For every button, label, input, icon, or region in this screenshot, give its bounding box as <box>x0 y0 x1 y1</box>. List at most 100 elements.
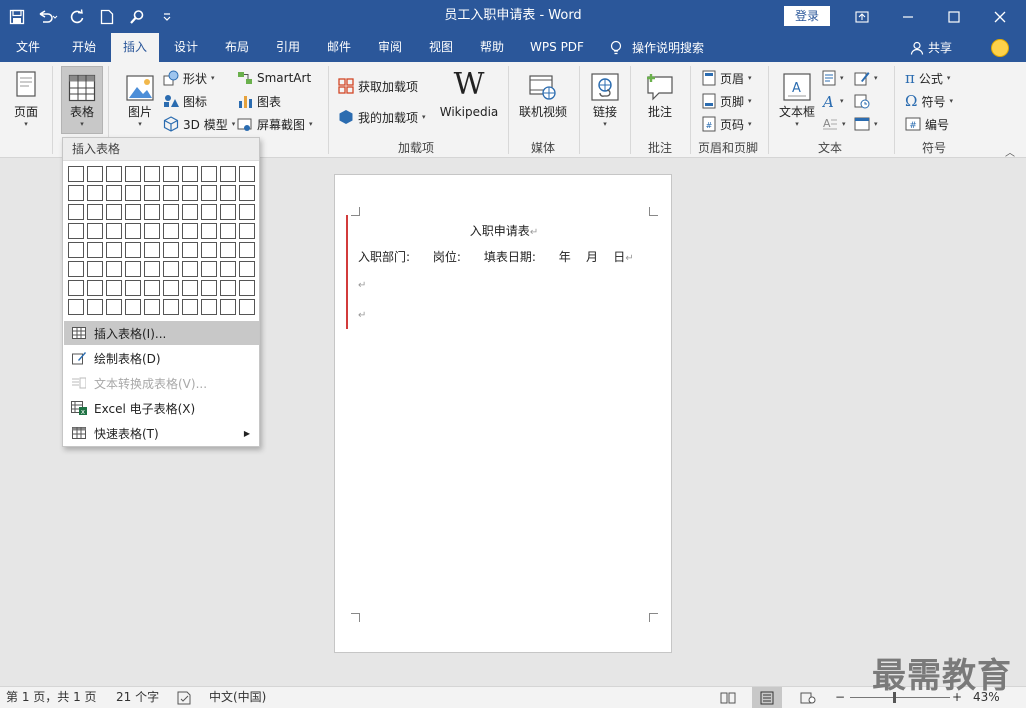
table-grid-cell[interactable] <box>239 280 255 296</box>
table-grid-cell[interactable] <box>125 223 141 239</box>
table-grid-cell[interactable] <box>68 204 84 220</box>
tab-references[interactable]: 引用 <box>264 33 312 62</box>
table-grid-cell[interactable] <box>220 185 236 201</box>
tell-me-search[interactable]: 操作说明搜索 <box>610 33 704 62</box>
table-grid-cell[interactable] <box>68 280 84 296</box>
share-button[interactable]: 共享 <box>910 33 952 62</box>
table-grid-cell[interactable] <box>144 299 160 315</box>
table-grid-cell[interactable] <box>87 166 103 182</box>
table-grid-cell[interactable] <box>239 261 255 277</box>
table-grid-cell[interactable] <box>106 204 122 220</box>
tab-review[interactable]: 审阅 <box>366 33 414 62</box>
picture-button[interactable]: 图片 ▾ <box>122 68 158 129</box>
ribbon-display-options-icon[interactable] <box>839 0 885 33</box>
table-grid-cell[interactable] <box>201 261 217 277</box>
table-grid-cell[interactable] <box>106 242 122 258</box>
collapse-ribbon-icon[interactable]: ︿ <box>1005 144 1015 159</box>
table-grid-cell[interactable] <box>163 242 179 258</box>
table-button[interactable]: 表格 ▾ <box>63 68 101 129</box>
table-grid-cell[interactable] <box>144 166 160 182</box>
table-grid-cell[interactable] <box>106 261 122 277</box>
wikipedia-button[interactable]: W Wikipedia <box>438 68 500 120</box>
table-grid-cell[interactable] <box>220 299 236 315</box>
web-layout-icon[interactable] <box>800 687 816 708</box>
signature-line-button[interactable]: ▾ <box>854 68 878 88</box>
language[interactable]: 中文(中国) <box>209 687 266 708</box>
tab-insert[interactable]: 插入 <box>111 33 159 62</box>
table-grid-cell[interactable] <box>182 242 198 258</box>
table-grid-cell[interactable] <box>125 185 141 201</box>
table-grid-cell[interactable] <box>182 185 198 201</box>
table-grid-cell[interactable] <box>220 280 236 296</box>
table-grid-cell[interactable] <box>87 242 103 258</box>
3d-model-button[interactable]: 3D 模型 ▾ <box>163 114 235 134</box>
screenshot-button[interactable]: 屏幕截图 ▾ <box>237 114 313 134</box>
table-grid-cell[interactable] <box>87 299 103 315</box>
table-grid-cell[interactable] <box>201 242 217 258</box>
tab-layout[interactable]: 布局 <box>213 33 261 62</box>
zoom-slider-track[interactable] <box>850 697 950 698</box>
new-document-icon[interactable] <box>94 0 120 33</box>
table-grid-cell[interactable] <box>201 299 217 315</box>
comment-button[interactable]: 批注 <box>640 68 680 119</box>
table-grid-cell[interactable] <box>68 299 84 315</box>
table-grid-cell[interactable] <box>68 261 84 277</box>
object-button[interactable]: ▾ <box>854 114 878 134</box>
undo-icon[interactable] <box>34 0 60 33</box>
convert-text-to-table-menu-item[interactable]: 文本转换成表格(V)... <box>64 371 259 395</box>
smiley-feedback-icon[interactable] <box>991 39 1009 57</box>
get-addins-button[interactable]: 获取加载项 <box>338 76 418 96</box>
document-title[interactable]: 入职申请表↵ <box>335 222 673 239</box>
table-grid-cell[interactable] <box>106 223 122 239</box>
quick-tables-menu-item[interactable]: 快速表格(T) ▶ <box>64 421 259 445</box>
textbox-button[interactable]: A 文本框 ▾ <box>776 68 818 129</box>
table-grid-cell[interactable] <box>87 223 103 239</box>
date-time-button[interactable] <box>854 91 870 111</box>
table-grid-cell[interactable] <box>239 166 255 182</box>
table-grid-cell[interactable] <box>220 166 236 182</box>
table-grid-cell[interactable] <box>220 242 236 258</box>
table-grid-cell[interactable] <box>201 223 217 239</box>
table-size-grid[interactable] <box>68 166 256 316</box>
table-grid-cell[interactable] <box>144 185 160 201</box>
table-grid-cell[interactable] <box>182 204 198 220</box>
zoom-out-button[interactable]: − <box>835 687 845 708</box>
table-grid-cell[interactable] <box>125 261 141 277</box>
header-button[interactable]: 页眉 ▾ <box>702 68 752 88</box>
search-wrench-icon[interactable] <box>124 0 150 33</box>
table-grid-cell[interactable] <box>163 185 179 201</box>
table-grid-cell[interactable] <box>220 204 236 220</box>
wordart-button[interactable]: A ▾ <box>822 91 844 111</box>
read-mode-icon[interactable] <box>720 687 736 708</box>
table-grid-cell[interactable] <box>239 299 255 315</box>
table-grid-cell[interactable] <box>125 166 141 182</box>
table-grid-cell[interactable] <box>182 166 198 182</box>
table-grid-cell[interactable] <box>163 204 179 220</box>
table-grid-cell[interactable] <box>144 242 160 258</box>
table-grid-cell[interactable] <box>182 280 198 296</box>
table-grid-cell[interactable] <box>144 223 160 239</box>
chart-button[interactable]: 图表 <box>237 91 281 111</box>
save-icon[interactable] <box>4 0 30 33</box>
shapes-button[interactable]: 形状 ▾ <box>163 68 215 88</box>
table-grid-cell[interactable] <box>125 299 141 315</box>
maximize-icon[interactable] <box>931 0 977 33</box>
equation-button[interactable]: π 公式 ▾ <box>905 68 950 88</box>
excel-spreadsheet-menu-item[interactable]: x Excel 电子表格(X) <box>64 396 259 420</box>
tab-help[interactable]: 帮助 <box>468 33 516 62</box>
table-grid-cell[interactable] <box>201 280 217 296</box>
online-video-button[interactable]: 联机视频 <box>516 68 570 119</box>
table-grid-cell[interactable] <box>239 242 255 258</box>
numbering-button[interactable]: # 编号 <box>905 114 949 134</box>
table-grid-cell[interactable] <box>87 280 103 296</box>
table-grid-cell[interactable] <box>220 223 236 239</box>
customize-qat-icon[interactable] <box>154 0 180 33</box>
smartart-button[interactable]: SmartArt <box>237 68 311 88</box>
draw-table-menu-item[interactable]: 绘制表格(D) <box>64 346 259 370</box>
table-grid-cell[interactable] <box>125 242 141 258</box>
my-addins-button[interactable]: 我的加载项 ▾ <box>338 107 426 127</box>
table-grid-cell[interactable] <box>220 261 236 277</box>
redo-icon[interactable] <box>64 0 90 33</box>
table-grid-cell[interactable] <box>144 280 160 296</box>
login-button[interactable]: 登录 <box>784 6 830 26</box>
